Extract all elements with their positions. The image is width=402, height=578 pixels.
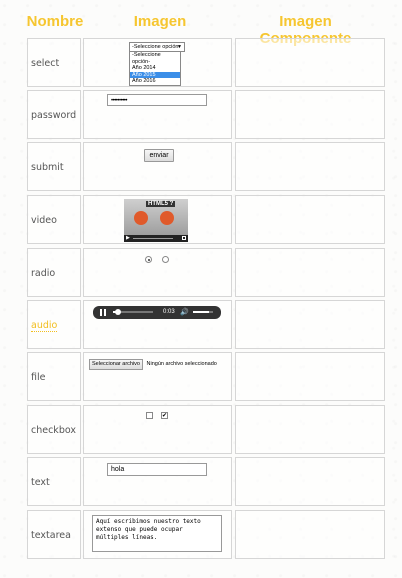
- component-cell: [235, 248, 385, 297]
- header-imagen: Imagen: [133, 13, 187, 30]
- row-label: video: [31, 215, 57, 226]
- checkbox-2[interactable]: ✔: [161, 412, 168, 419]
- select-option[interactable]: -Seleccione opción-: [130, 52, 180, 65]
- component-cell: [235, 38, 385, 87]
- row-label: file: [31, 372, 46, 383]
- chevron-down-icon: ▼: [177, 44, 182, 50]
- component-cell: [235, 90, 385, 139]
- select-option[interactable]: Año 2016: [130, 78, 180, 85]
- component-cell: [235, 142, 385, 191]
- audio-player[interactable]: 0:03 🔊: [93, 306, 221, 319]
- text-input[interactable]: hola: [107, 463, 207, 476]
- row-label: checkbox: [31, 425, 76, 436]
- component-cell: [235, 457, 385, 506]
- file-input[interactable]: Seleccionar archivo Ningún archivo selec…: [89, 359, 229, 370]
- checkbox-1[interactable]: [146, 412, 153, 419]
- year-select[interactable]: -Seleccione opción- ▼ -Seleccione opción…: [129, 42, 185, 86]
- volume-slider[interactable]: [193, 311, 213, 313]
- row-label: password: [31, 110, 77, 121]
- select-dropdown: -Seleccione opción- Año 2014 Año 2015 Año 2…: [129, 52, 181, 86]
- file-status: Ningún archivo seleccionado: [146, 361, 217, 367]
- radio-group: [145, 255, 175, 265]
- checkbox-group: ✔: [146, 411, 176, 421]
- pause-icon[interactable]: [100, 309, 102, 316]
- component-cell: [235, 195, 385, 244]
- row-label: radio: [31, 268, 56, 279]
- audio-seek-thumb[interactable]: [114, 309, 121, 315]
- header-nombre: Nombre: [26, 13, 84, 30]
- radio-option-1[interactable]: [145, 256, 152, 263]
- row-label[interactable]: audio: [31, 320, 58, 332]
- video-player[interactable]: HTML5 ? ▶: [124, 199, 188, 242]
- choose-file-button[interactable]: Seleccionar archivo: [89, 359, 143, 370]
- radio-option-2[interactable]: [162, 256, 169, 263]
- audio-time: 0:03: [163, 309, 175, 315]
- row-label: submit: [31, 162, 64, 173]
- video-controls[interactable]: ▶: [124, 235, 188, 242]
- select-collapsed[interactable]: -Seleccione opción- ▼: [129, 42, 185, 52]
- row-label: text: [31, 477, 50, 488]
- component-cell: [235, 510, 385, 559]
- textarea-input[interactable]: Aquí escribimos nuestro texto extenso qu…: [92, 515, 222, 552]
- component-cell: [235, 300, 385, 349]
- volume-icon[interactable]: 🔊: [180, 306, 189, 319]
- fullscreen-icon[interactable]: [182, 236, 186, 240]
- enviar-button[interactable]: enviar: [144, 149, 174, 162]
- video-seek-bar[interactable]: [133, 238, 173, 239]
- character-left-icon: [134, 211, 148, 225]
- select-value: -Seleccione opción-: [132, 44, 181, 50]
- password-field[interactable]: ••••••••••: [107, 94, 207, 106]
- component-cell: [235, 352, 385, 401]
- character-right-icon: [160, 211, 174, 225]
- volume-fill: [193, 311, 209, 313]
- row-label: textarea: [31, 530, 71, 541]
- play-icon[interactable]: ▶: [126, 235, 130, 242]
- audio-seek-bar[interactable]: [113, 309, 153, 315]
- row-label: select: [31, 58, 60, 69]
- video-poster-title: HTML5 ?: [146, 201, 176, 207]
- component-cell: [235, 405, 385, 454]
